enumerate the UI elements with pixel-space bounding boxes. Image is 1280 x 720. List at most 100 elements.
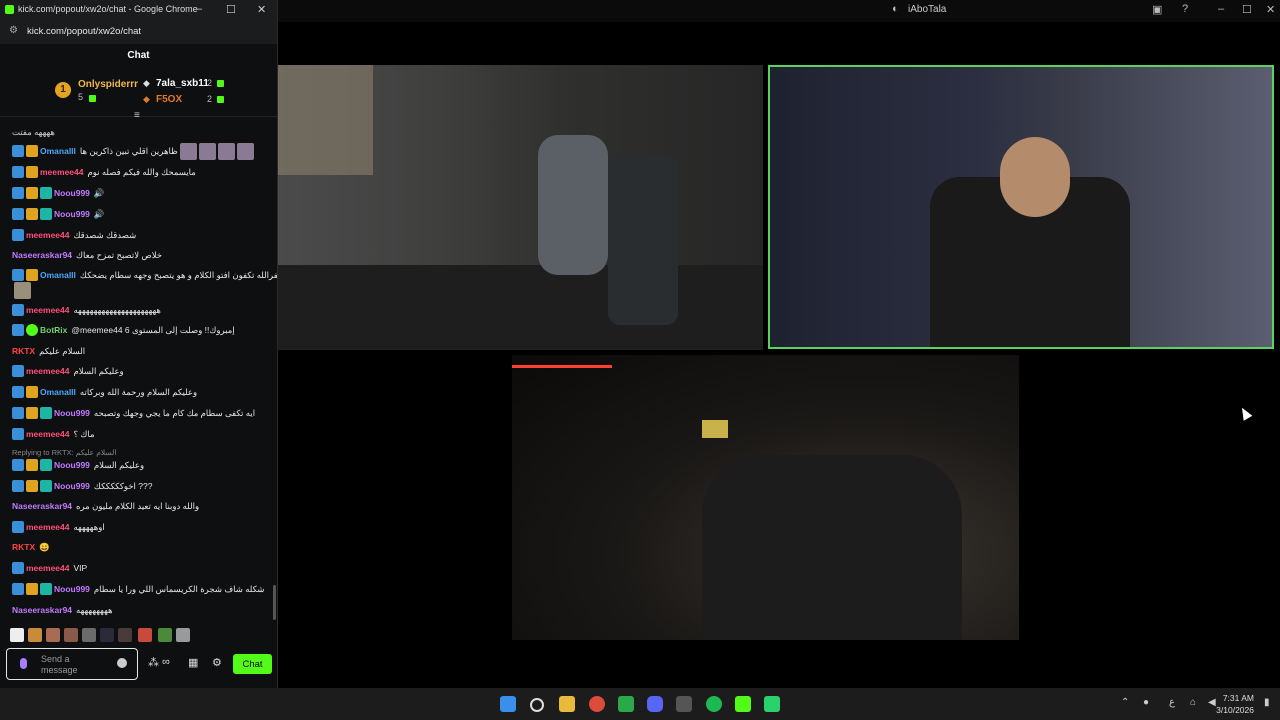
message-input[interactable]: Send a message	[6, 648, 138, 680]
username[interactable]: Noou999	[54, 481, 90, 491]
gift-icon[interactable]: ▦	[188, 656, 198, 669]
close-icon[interactable]: ✕	[1266, 3, 1275, 16]
chat-message[interactable]: Noou999 ايه تكفى سطام مك كام ما يجي وجهك …	[12, 404, 255, 422]
settings-gear-icon[interactable]: ⚙	[212, 656, 222, 669]
username[interactable]: meemee44	[26, 305, 69, 315]
xbox-icon[interactable]	[618, 696, 634, 712]
help-icon[interactable]: ?	[1182, 3, 1188, 15]
emote-icon[interactable]	[28, 628, 42, 642]
chat-scrollbar[interactable]	[273, 585, 276, 620]
chat-message[interactable]: meemee44 ماك ؟	[12, 425, 95, 443]
crown-badge-icon	[26, 480, 38, 492]
mic-icon[interactable]: ●	[1143, 697, 1149, 708]
username[interactable]: Noou999	[54, 408, 90, 418]
chat-message[interactable]: meemee44 مايسمحك والله فيكم فصله نوم	[12, 163, 196, 181]
leader-1-name[interactable]: Onlyspiderrr	[78, 79, 138, 90]
chat-message[interactable]: meemee44 VIP	[12, 559, 87, 577]
username[interactable]: Naseeraskar94	[12, 501, 72, 511]
file-explorer-icon[interactable]	[559, 696, 575, 712]
username[interactable]: Naseeraskar94	[12, 250, 72, 260]
search-icon[interactable]	[530, 698, 544, 712]
minimize-icon[interactable]: –	[196, 3, 202, 15]
chat-message[interactable]: RKTX 😄	[12, 538, 50, 556]
kick-icon[interactable]	[735, 696, 751, 712]
username[interactable]: Noou999	[54, 584, 90, 594]
chat-message[interactable]: meemee44 اوهههههه	[12, 518, 105, 536]
username[interactable]: Omanalll	[40, 146, 76, 156]
username[interactable]: meemee44	[26, 563, 69, 573]
emote-icon[interactable]	[118, 628, 132, 642]
maximize-icon[interactable]: ☐	[226, 3, 236, 16]
site-settings-icon[interactable]: ⚙	[9, 25, 18, 36]
emote-icon[interactable]	[64, 628, 78, 642]
username[interactable]: RKTX	[12, 542, 35, 552]
chat-message[interactable]: RKTX السلام عليكم	[12, 342, 85, 360]
emote-icon[interactable]	[176, 628, 190, 642]
spotify-icon[interactable]	[706, 696, 722, 712]
start-menu-icon[interactable]	[500, 696, 516, 712]
notifications-icon[interactable]: ▮	[1264, 697, 1270, 708]
chat-message[interactable]: Noou999 وعليكم السلام	[12, 456, 144, 474]
chat-message[interactable]: Omanalll ظاهرين اقلي تبين ذاكرين ها	[12, 142, 254, 160]
chat-message[interactable]: meemee44 هههههههههههههههههههههه	[12, 301, 161, 319]
language-indicator[interactable]: ع	[1169, 697, 1175, 708]
chat-message[interactable]: meemee44 شصدقك شصدقك	[12, 226, 136, 244]
username[interactable]: BotRix	[40, 325, 67, 335]
username[interactable]: meemee44	[40, 167, 83, 177]
chevron-up-icon[interactable]: ⌃	[1121, 697, 1129, 708]
chat-message[interactable]: Naseeraskar94 خلاص لاتصبح تمزح معاك	[12, 246, 162, 264]
points-icon[interactable]: ⁂	[148, 656, 159, 669]
chat-message[interactable]: Noou999 شكله شاف شجرة الكريسماس اللي ورا …	[12, 580, 264, 598]
emote-icon	[217, 142, 235, 160]
network-icon[interactable]: ⌂	[1190, 697, 1196, 708]
username[interactable]: Noou999	[54, 188, 90, 198]
chrome-icon[interactable]	[589, 696, 605, 712]
close-icon[interactable]: ✕	[257, 3, 266, 16]
username[interactable]: Omanalll	[40, 270, 76, 280]
leader-2-name[interactable]: 7ala_sxb11	[156, 78, 209, 89]
discord-icon[interactable]	[647, 696, 663, 712]
emote-icon[interactable]	[10, 628, 24, 642]
infinity-icon[interactable]: ∞	[162, 656, 170, 668]
maximize-icon[interactable]: ☐	[1242, 3, 1252, 16]
chat-message[interactable]: Naseeraskar94 والله دوبنا ايه تعيد الكلام…	[12, 497, 199, 515]
app-icon[interactable]	[676, 696, 692, 712]
emote-icon[interactable]	[100, 628, 114, 642]
clock[interactable]: 7:31 AM 3/10/2026	[1216, 692, 1254, 716]
send-chat-button[interactable]: Chat	[233, 654, 272, 674]
chat-message[interactable]: Naseeraskar94 ههههههههه	[12, 601, 113, 619]
chat-message[interactable]: Noou999 🔊	[12, 205, 105, 223]
username[interactable]: meemee44	[26, 230, 69, 240]
minimize-icon[interactable]: –	[1218, 3, 1224, 15]
sub-badge-icon	[12, 166, 24, 178]
address-bar[interactable]: ⚙ kick.com/popout/xw2o/chat	[0, 20, 277, 44]
emote-icon[interactable]	[46, 628, 60, 642]
username[interactable]: meemee44	[26, 429, 69, 439]
emote-icon[interactable]	[138, 628, 152, 642]
leader-3-name[interactable]: F5OX	[156, 94, 182, 105]
username[interactable]: Omanalll	[40, 387, 76, 397]
chat-message[interactable]: Omanalll وعليكم السلام ورحمة الله وبركاته	[12, 383, 197, 401]
emoji-picker-icon[interactable]	[117, 658, 127, 668]
chat-message[interactable]: Noou999 🔊	[12, 184, 105, 202]
video-feed-3[interactable]	[512, 355, 1019, 640]
video-feed-1[interactable]	[278, 65, 763, 350]
chat-message[interactable]: meemee44 وعليكم السلام	[12, 362, 124, 380]
cast-icon[interactable]: ▣	[1152, 3, 1162, 16]
emote-icon[interactable]	[158, 628, 172, 642]
volume-icon[interactable]: ◀	[1208, 697, 1216, 708]
url-text[interactable]: kick.com/popout/xw2o/chat	[27, 26, 141, 37]
username[interactable]: Noou999	[54, 460, 90, 470]
username[interactable]: meemee44	[26, 366, 69, 376]
username[interactable]: Naseeraskar94	[12, 605, 72, 615]
username[interactable]: meemee44	[26, 522, 69, 532]
mic-icon[interactable]	[20, 658, 27, 669]
chat-message[interactable]: Omanalll استغفرالله تكفون افتو الكلام و ه…	[12, 266, 277, 284]
emote-icon[interactable]	[82, 628, 96, 642]
video-feed-2[interactable]	[768, 65, 1274, 349]
username[interactable]: RKTX	[12, 346, 35, 356]
username[interactable]: Noou999	[54, 209, 90, 219]
chat-message[interactable]: BotRix @meemee44 إمبروك!! وصلت إلى المستو…	[12, 321, 235, 339]
chat-message[interactable]: Noou999 اخوكككككك ???	[12, 477, 152, 495]
app-icon[interactable]	[764, 696, 780, 712]
